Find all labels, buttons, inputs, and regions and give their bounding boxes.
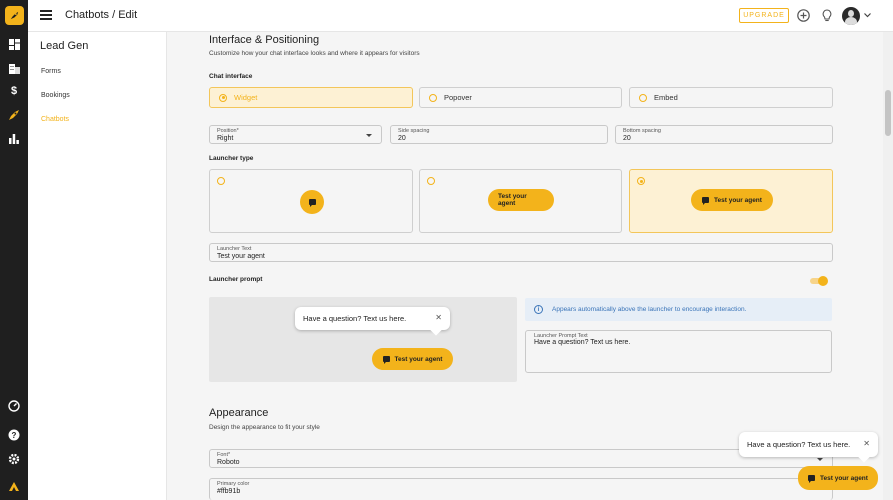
launcher-prompt-text-input[interactable]: Launcher Prompt Text Have a question? Te… bbox=[525, 330, 832, 373]
scrollbar[interactable] bbox=[883, 32, 893, 500]
section-heading-interface: Interface & Positioning bbox=[209, 34, 320, 46]
sidebar-item-forms[interactable]: Forms bbox=[41, 68, 61, 75]
breadcrumb: Chatbots / Edit bbox=[65, 9, 138, 21]
radio-icon bbox=[639, 93, 647, 102]
field-label: Font* bbox=[217, 452, 231, 458]
chevron-down-icon[interactable] bbox=[862, 8, 872, 23]
field-value: 20 bbox=[623, 135, 631, 142]
chat-icon bbox=[808, 475, 816, 483]
bar-chart-icon[interactable] bbox=[7, 132, 21, 146]
chat-interface-label: Chat interface bbox=[209, 73, 253, 80]
field-value: Roboto bbox=[217, 459, 240, 466]
widget-prompt-bubble[interactable]: Have a question? Text us here. ✕ bbox=[739, 432, 878, 457]
hamburger-menu-icon[interactable] bbox=[40, 10, 52, 22]
launcher-preview-label: Test your agent bbox=[714, 196, 762, 204]
field-value: Test your agent bbox=[217, 253, 265, 260]
field-label: Side spacing bbox=[398, 128, 430, 134]
help-icon[interactable]: ? bbox=[7, 428, 21, 442]
info-banner: i Appears automatically above the launch… bbox=[525, 298, 832, 321]
launcher-text-input[interactable]: Launcher Text Test your agent bbox=[209, 243, 833, 262]
settings-icon[interactable] bbox=[7, 452, 21, 466]
radio-icon bbox=[429, 93, 437, 102]
add-circle-icon[interactable] bbox=[796, 8, 811, 23]
dollar-icon[interactable]: $ bbox=[7, 84, 21, 98]
info-icon: i bbox=[534, 305, 543, 314]
launcher-preview-circle bbox=[300, 190, 324, 214]
option-embed[interactable]: Embed bbox=[629, 87, 833, 108]
side-spacing-input[interactable]: Side spacing 20 bbox=[390, 125, 608, 144]
speedometer-icon[interactable] bbox=[7, 399, 21, 413]
radio-selected-icon bbox=[219, 93, 227, 102]
section-heading-appearance: Appearance bbox=[209, 407, 269, 419]
option-label: Popover bbox=[444, 93, 472, 102]
preview-launcher-label: Test your agent bbox=[394, 355, 443, 363]
rocket-icon[interactable] bbox=[7, 108, 21, 122]
chat-icon bbox=[702, 197, 710, 205]
radio-icon bbox=[427, 177, 435, 185]
sidebar-item-bookings[interactable]: Bookings bbox=[41, 92, 70, 99]
field-value: Right bbox=[217, 135, 234, 142]
field-label: Position* bbox=[217, 128, 239, 134]
info-text: Appears automatically above the launcher… bbox=[552, 306, 747, 313]
section-subtitle-appearance: Design the appearance to fit your style bbox=[209, 424, 320, 431]
scrollbar-thumb[interactable] bbox=[885, 90, 891, 136]
option-label: Widget bbox=[234, 93, 258, 102]
dashboard-icon[interactable] bbox=[7, 37, 21, 51]
field-value: Have a question? Text us here. bbox=[534, 339, 631, 346]
main-content: Interface & Positioning Customize how yo… bbox=[167, 32, 893, 500]
top-bar: Chatbots / Edit UPGRADE bbox=[28, 0, 893, 32]
option-widget[interactable]: Widget bbox=[209, 87, 413, 108]
prompt-bubble: Have a question? Text us here. ✕ bbox=[295, 307, 450, 330]
sidebar-title: Lead Gen bbox=[40, 40, 89, 52]
dropdown-caret-icon bbox=[366, 134, 372, 137]
svg-text:?: ? bbox=[12, 431, 17, 440]
radio-icon bbox=[217, 177, 225, 185]
logo-rocket-icon[interactable] bbox=[5, 6, 24, 25]
chat-icon bbox=[382, 356, 390, 364]
lightbulb-icon[interactable] bbox=[819, 8, 834, 23]
launcher-prompt-toggle[interactable] bbox=[810, 276, 828, 286]
close-icon[interactable]: ✕ bbox=[863, 439, 870, 448]
launcher-type-label: Launcher type bbox=[209, 155, 254, 162]
radio-selected-icon bbox=[637, 177, 645, 185]
widget-launcher-button[interactable]: Test your agent bbox=[798, 466, 878, 490]
launcher-prompt-label: Launcher prompt bbox=[209, 276, 263, 283]
field-label: Bottom spacing bbox=[623, 128, 661, 134]
widget-prompt-text: Have a question? Text us here. bbox=[747, 440, 851, 449]
buildings-icon[interactable] bbox=[7, 61, 21, 75]
option-label: Embed bbox=[654, 93, 678, 102]
launcher-preview-icon-text: Test your agent bbox=[691, 189, 773, 211]
preview-launcher-button: Test your agent bbox=[372, 348, 453, 370]
avatar[interactable] bbox=[842, 7, 860, 25]
option-popover[interactable]: Popover bbox=[419, 87, 622, 108]
field-value: #ffb91b bbox=[217, 488, 241, 495]
field-label: Launcher Text bbox=[217, 246, 252, 252]
secondary-sidebar: Lead Gen Forms Bookings Chatbots bbox=[28, 32, 167, 500]
left-rail: $ ? bbox=[0, 0, 28, 500]
field-label: Primary color bbox=[217, 481, 250, 487]
launcher-option-icon[interactable] bbox=[209, 169, 413, 233]
section-subtitle-interface: Customize how your chat interface looks … bbox=[209, 50, 420, 57]
launcher-preview-text: Test your agent bbox=[488, 189, 554, 211]
primary-color-input[interactable]: Primary color #ffb91b bbox=[209, 478, 833, 500]
close-icon[interactable]: ✕ bbox=[435, 313, 442, 322]
dropdown-caret-icon bbox=[817, 458, 823, 461]
sidebar-item-chatbots[interactable]: Chatbots bbox=[41, 116, 69, 123]
widget-launcher-label: Test your agent bbox=[820, 474, 868, 482]
upgrade-button[interactable]: UPGRADE bbox=[739, 8, 789, 23]
launcher-option-text[interactable]: Test your agent bbox=[419, 169, 622, 233]
position-select[interactable]: Position* Right bbox=[209, 125, 382, 144]
launcher-option-icon-text[interactable]: Test your agent bbox=[629, 169, 833, 233]
chat-icon bbox=[308, 199, 316, 207]
prompt-bubble-text: Have a question? Text us here. bbox=[303, 314, 407, 323]
bottom-spacing-input[interactable]: Bottom spacing 20 bbox=[615, 125, 833, 144]
field-value: 20 bbox=[398, 135, 406, 142]
launcher-prompt-preview: Have a question? Text us here. ✕ Test yo… bbox=[209, 297, 517, 382]
brand-icon bbox=[7, 479, 21, 493]
